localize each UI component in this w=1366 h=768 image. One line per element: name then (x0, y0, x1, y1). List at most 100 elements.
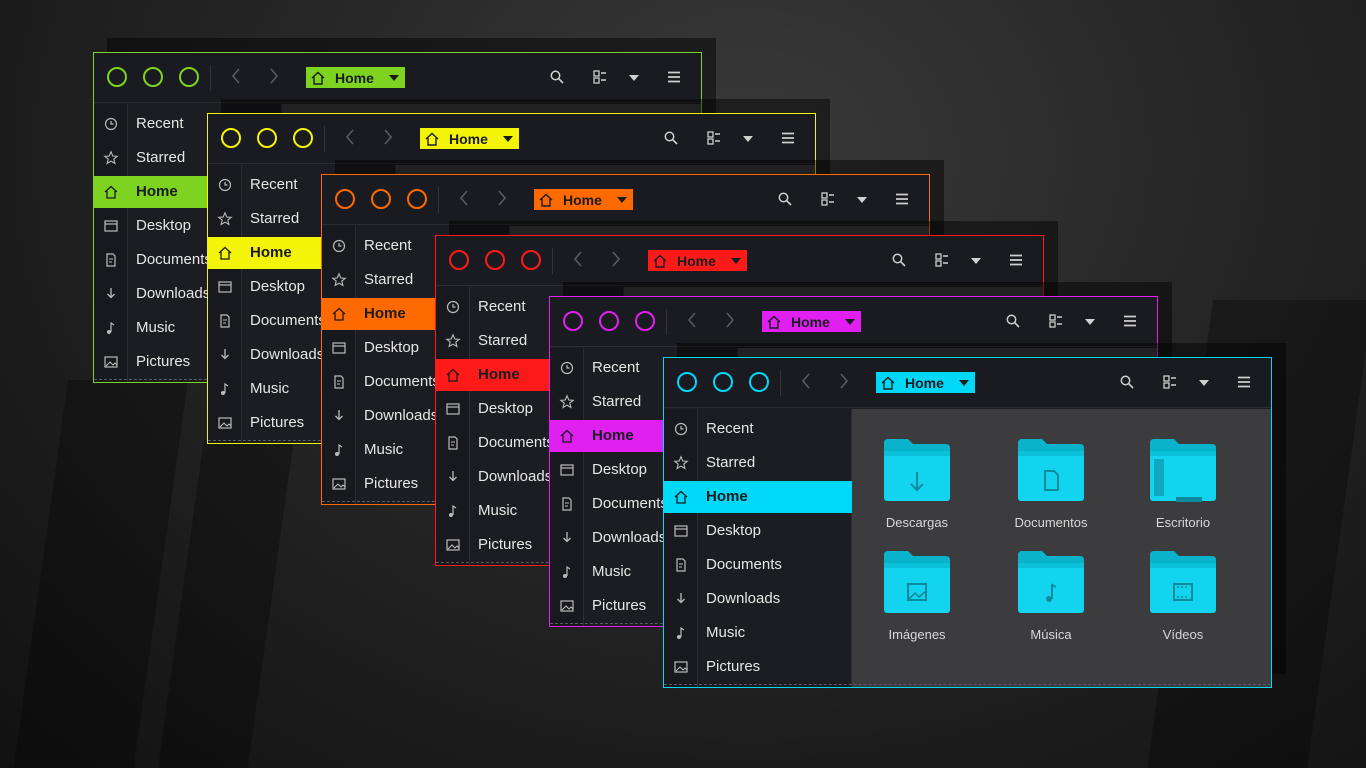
path-bar-home-button[interactable]: Home (306, 67, 405, 88)
folder-item[interactable]: Documentos (996, 437, 1106, 530)
music-icon (449, 504, 457, 517)
back-button[interactable] (344, 127, 356, 151)
hamburger-menu-icon[interactable] (1236, 374, 1252, 390)
hamburger-menu-icon[interactable] (1008, 252, 1024, 268)
list-view-icon[interactable] (592, 69, 608, 85)
search-icon[interactable] (891, 252, 907, 268)
maximize-button[interactable] (179, 67, 199, 87)
back-button[interactable] (230, 66, 242, 90)
forward-button[interactable] (610, 249, 622, 273)
forward-button[interactable] (496, 188, 508, 212)
close-button[interactable] (335, 189, 355, 209)
view-options-caret-icon[interactable] (1199, 380, 1209, 386)
document-icon (334, 375, 344, 389)
back-button[interactable] (572, 249, 584, 273)
view-options-caret-icon[interactable] (857, 197, 867, 203)
search-icon[interactable] (1005, 313, 1021, 329)
minimize-button[interactable] (713, 372, 733, 392)
maximize-button[interactable] (407, 189, 427, 209)
minimize-button[interactable] (371, 189, 391, 209)
minimize-button[interactable] (485, 250, 505, 270)
list-view-icon[interactable] (706, 130, 722, 146)
document-icon (448, 436, 458, 450)
search-icon[interactable] (1119, 374, 1135, 390)
clock-icon (674, 422, 688, 436)
sidebar-item-label: Recent (364, 237, 412, 254)
path-bar-home-button[interactable]: Home (876, 372, 975, 393)
picture-icon (560, 600, 574, 612)
path-bar-home-button[interactable]: Home (420, 128, 519, 149)
path-bar-label: Home (677, 252, 716, 269)
folder-item[interactable]: Imágenes (862, 549, 972, 642)
sidebar-item-label: Documents (364, 373, 440, 390)
titlebar: Home (208, 114, 815, 164)
maximize-button[interactable] (293, 128, 313, 148)
sidebar-item-label: Documents (250, 312, 326, 329)
close-button[interactable] (563, 311, 583, 331)
close-button[interactable] (677, 372, 697, 392)
music-icon (221, 382, 229, 395)
download-folder-icon (884, 439, 950, 501)
sidebar-item-starred[interactable]: Starred (664, 447, 852, 479)
view-options-caret-icon[interactable] (971, 258, 981, 264)
search-icon[interactable] (663, 130, 679, 146)
sidebar-item-desktop[interactable]: Desktop (664, 515, 852, 547)
maximize-button[interactable] (635, 311, 655, 331)
chevron-left-icon (687, 312, 696, 328)
hamburger-menu-icon[interactable] (894, 191, 910, 207)
view-options-caret-icon[interactable] (629, 75, 639, 81)
hamburger-menu-icon[interactable] (666, 69, 682, 85)
minimize-button[interactable] (257, 128, 277, 148)
forward-button[interactable] (268, 66, 280, 90)
hamburger-menu-icon[interactable] (780, 130, 796, 146)
close-button[interactable] (107, 67, 127, 87)
list-view-icon[interactable] (1162, 374, 1178, 390)
sidebar-item-downloads[interactable]: Downloads (664, 583, 852, 615)
sidebar-item-recent[interactable]: Recent (664, 413, 852, 445)
close-button[interactable] (449, 250, 469, 270)
forward-button[interactable] (724, 310, 736, 334)
download-icon (449, 471, 457, 482)
sidebar-item-label: Starred (478, 332, 528, 349)
maximize-button[interactable] (521, 250, 541, 270)
minimize-button[interactable] (143, 67, 163, 87)
sidebar-item-label: Documents (478, 434, 554, 451)
view-options-caret-icon[interactable] (1085, 319, 1095, 325)
path-bar-home-button[interactable]: Home (762, 311, 861, 332)
hamburger-menu-icon[interactable] (1122, 313, 1138, 329)
view-options-caret-icon[interactable] (743, 136, 753, 142)
maximize-button[interactable] (749, 372, 769, 392)
sidebar-item-label: Pictures (706, 658, 761, 675)
forward-button[interactable] (382, 127, 394, 151)
sidebar-item-pictures[interactable]: Pictures (664, 651, 852, 683)
sidebar-item-documents[interactable]: Documents (664, 549, 852, 581)
list-view-icon[interactable] (820, 191, 836, 207)
back-button[interactable] (458, 188, 470, 212)
path-bar-home-button[interactable]: Home (648, 250, 747, 271)
folder-item[interactable]: Descargas (862, 437, 972, 530)
sidebar-item-label: Pictures (478, 536, 533, 553)
chevron-down-icon (503, 136, 513, 142)
back-button[interactable] (800, 371, 812, 395)
search-icon[interactable] (777, 191, 793, 207)
sidebar-item-label: Pictures (250, 414, 305, 431)
path-bar-home-button[interactable]: Home (534, 189, 633, 210)
sidebar-item-label: Recent (478, 298, 526, 315)
folder-item[interactable]: Escritorio (1128, 437, 1238, 530)
sidebar-item-home[interactable]: Home (664, 481, 852, 513)
folder-item[interactable]: Vídeos (1128, 549, 1238, 642)
forward-button[interactable] (838, 371, 850, 395)
sidebar-item-music[interactable]: Music (664, 617, 852, 649)
search-icon[interactable] (549, 69, 565, 85)
list-view-icon[interactable] (1048, 313, 1064, 329)
sidebar-item-label: Documents (592, 495, 668, 512)
minimize-button[interactable] (599, 311, 619, 331)
list-view-icon[interactable] (934, 252, 950, 268)
chevron-left-icon (573, 251, 582, 267)
close-button[interactable] (221, 128, 241, 148)
folder-item[interactable]: Música (996, 549, 1106, 642)
back-button[interactable] (686, 310, 698, 334)
download-icon (107, 288, 115, 299)
document-icon (562, 497, 572, 511)
chevron-down-icon (617, 197, 627, 203)
